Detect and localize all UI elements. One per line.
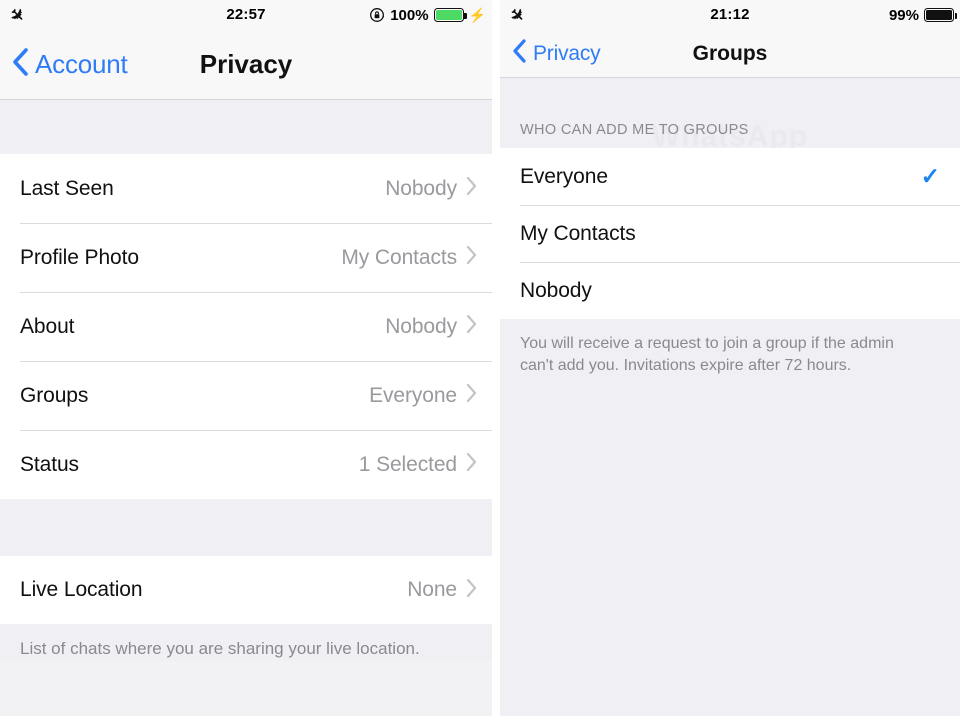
checkmark-icon: ✓ — [920, 163, 940, 189]
status-bar-right-group: 100% ⚡ — [369, 0, 486, 30]
section-header-label: WHO CAN ADD ME TO GROUPS — [500, 78, 960, 148]
chevron-right-icon — [465, 244, 478, 271]
groups-options-list: Everyone ✓ My Contacts Nobody — [500, 148, 960, 319]
option-label: Everyone — [520, 164, 608, 188]
row-accessory-group: Nobody — [385, 175, 478, 202]
row-accessory-group: ✓ — [921, 165, 946, 188]
list-item[interactable]: Everyone ✓ — [500, 148, 960, 205]
row-accessory-group: My Contacts — [341, 244, 478, 271]
row-value: My Contacts — [341, 245, 457, 269]
section-header-block: WHO CAN ADD ME TO GROUPS — [500, 78, 960, 148]
panel-divider — [492, 0, 500, 716]
row-value: Everyone — [369, 383, 457, 407]
status-bar-left: ✈ 22:57 100% ⚡ — [0, 0, 492, 30]
empty-area — [500, 376, 960, 716]
chevron-right-icon — [465, 313, 478, 340]
battery-icon — [924, 8, 957, 22]
groups-screen: ✈ 21:12 99% Privacy Groups WhatsApp WHO … — [500, 0, 960, 716]
row-title: Groups — [20, 383, 89, 407]
dual-screenshot-container: ✈ 22:57 100% ⚡ Account Privacy Last Seen… — [0, 0, 960, 716]
list-item[interactable]: My Contacts — [500, 205, 960, 262]
row-title: Status — [20, 452, 79, 476]
chevron-right-icon — [465, 451, 478, 478]
row-accessory-group: Everyone — [369, 382, 478, 409]
battery-icon — [433, 8, 467, 22]
table-row[interactable]: About Nobody — [0, 292, 492, 361]
row-title: Last Seen — [20, 176, 114, 200]
row-value: None — [407, 578, 457, 601]
battery-percent-label: 99% — [888, 6, 919, 24]
nav-bar-privacy: Account Privacy — [0, 30, 492, 100]
live-location-footer: List of chats where you are sharing your… — [0, 624, 492, 661]
chevron-right-icon — [465, 175, 478, 202]
section-gap-top — [0, 100, 492, 154]
table-row[interactable]: Profile Photo My Contacts — [0, 223, 492, 292]
rotation-lock-icon — [369, 7, 385, 23]
status-bar-right: ✈ 21:12 99% — [500, 0, 960, 30]
row-value: Nobody — [385, 314, 457, 338]
privacy-list-live-location: Live Location None — [0, 556, 492, 624]
table-row[interactable]: Status 1 Selected — [0, 430, 492, 499]
section-gap-middle — [0, 499, 492, 556]
row-value: 1 Selected — [358, 452, 457, 476]
row-value: Nobody — [385, 176, 457, 200]
row-accessory-group: None — [407, 577, 478, 604]
chevron-right-icon — [465, 382, 478, 409]
nav-bar-groups: Privacy Groups — [500, 30, 960, 78]
row-title: Live Location — [20, 578, 143, 601]
chevron-right-icon — [465, 577, 478, 604]
battery-percent-label: 100% — [390, 6, 429, 24]
row-accessory-group: 1 Selected — [359, 451, 478, 478]
lightning-bolt-icon: ⚡ — [468, 7, 486, 23]
table-row[interactable]: Last Seen Nobody — [0, 154, 492, 223]
page-title: Groups — [692, 41, 768, 65]
table-row[interactable]: Live Location None — [0, 556, 492, 624]
groups-footer: You will receive a request to join a gro… — [500, 319, 960, 377]
privacy-screen: ✈ 22:57 100% ⚡ Account Privacy Last Seen… — [0, 0, 492, 716]
privacy-list-primary: Last Seen Nobody Profile Photo My Contac… — [0, 154, 492, 499]
row-title: About — [20, 314, 75, 338]
table-row[interactable]: Groups Everyone — [0, 361, 492, 430]
row-accessory-group: Nobody — [385, 313, 478, 340]
page-title: Privacy — [199, 49, 293, 79]
row-title: Profile Photo — [20, 245, 139, 269]
option-label: My Contacts — [520, 221, 636, 245]
list-item[interactable]: Nobody — [500, 262, 960, 319]
option-label: Nobody — [520, 278, 592, 302]
status-bar-right-group: 99% — [888, 0, 957, 30]
